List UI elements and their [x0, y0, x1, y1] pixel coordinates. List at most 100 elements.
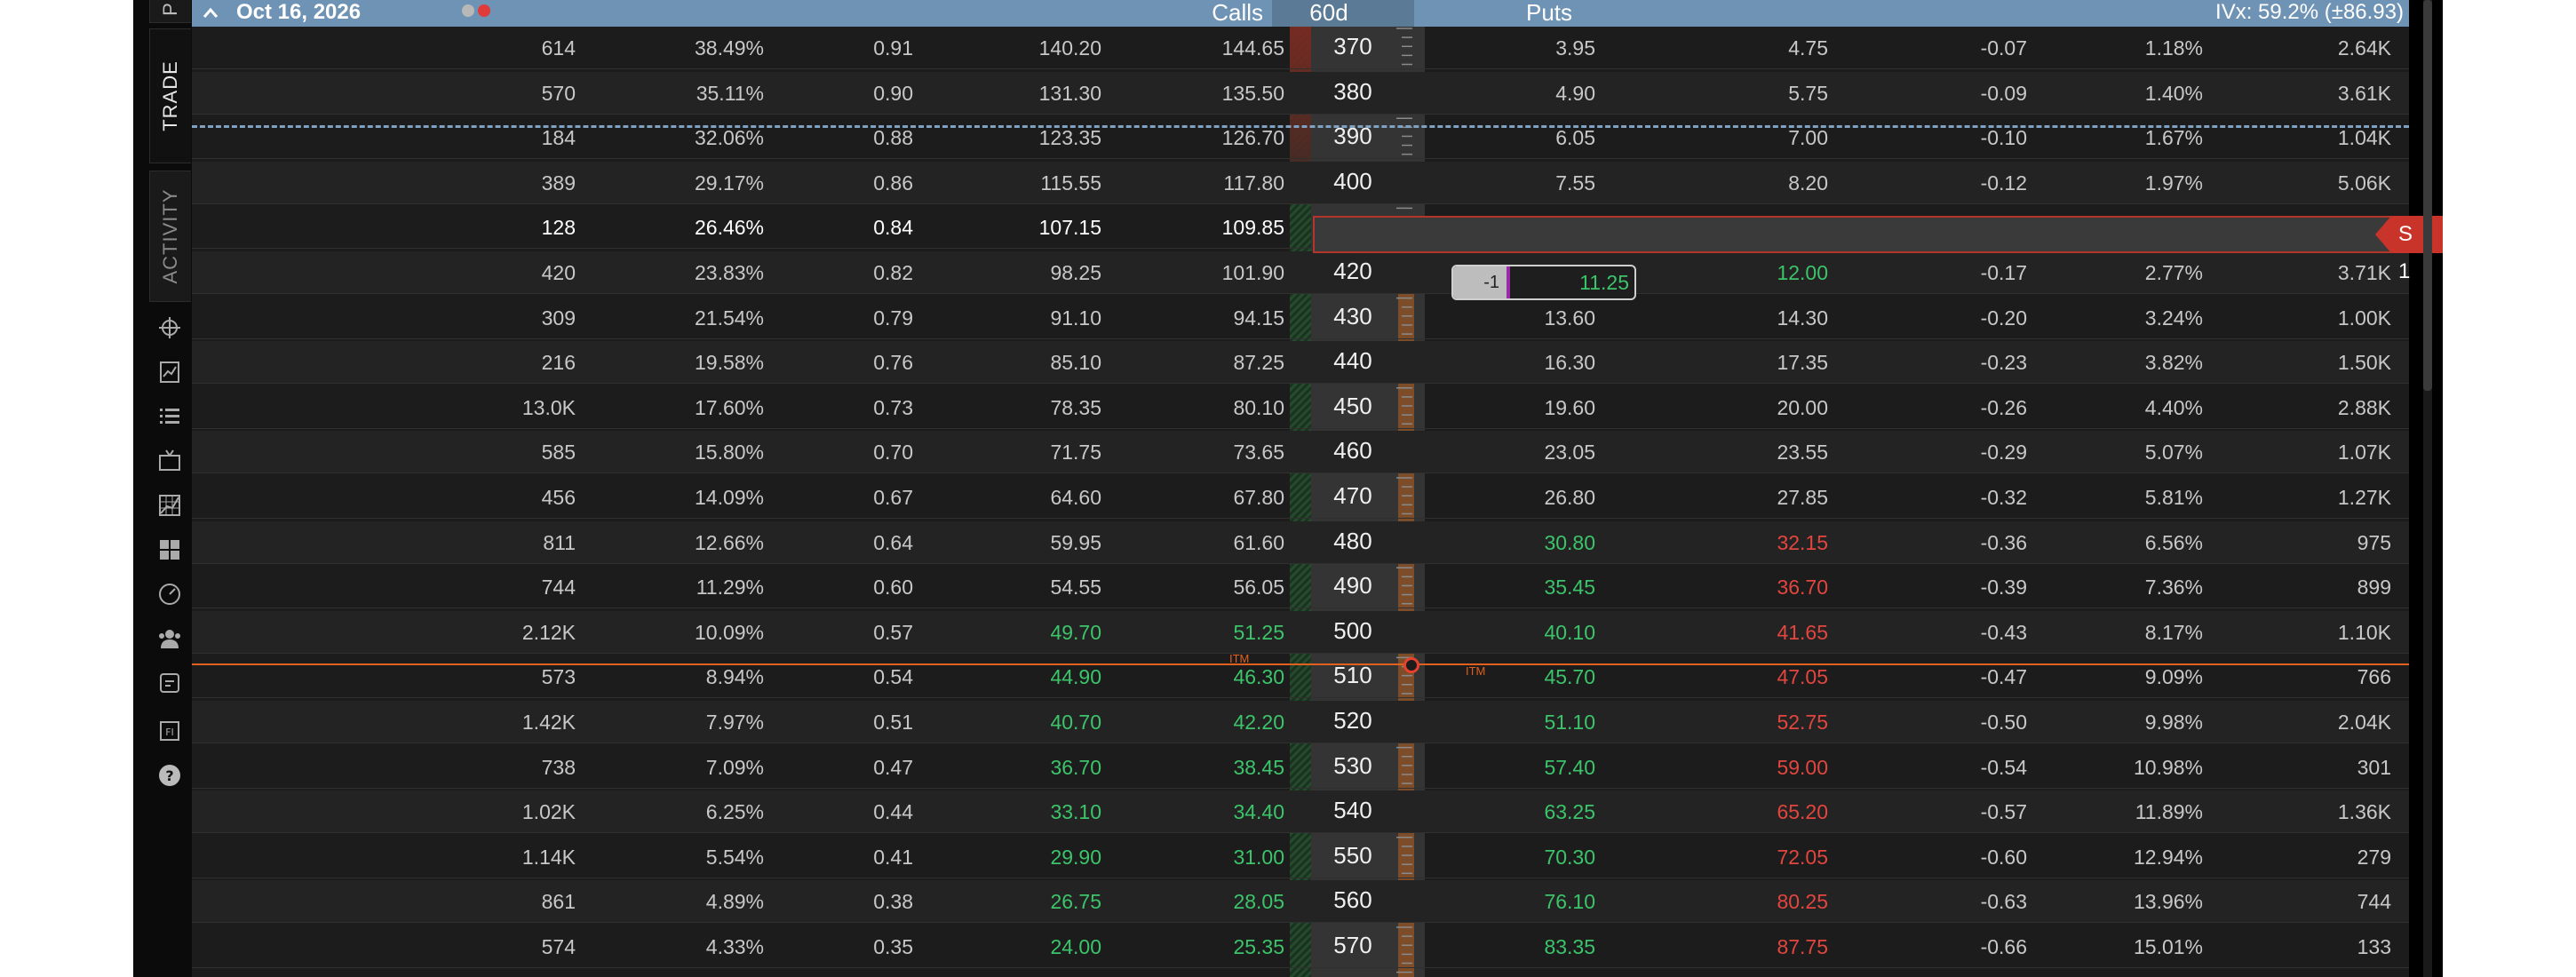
table-row[interactable]: 570 35.11% 0.90 131.30 135.50 4.90 5.75 -0.09 1.…: [192, 71, 2409, 115]
call-bid[interactable]: 85.10: [1050, 341, 1101, 384]
put-bid[interactable]: 23.05: [1544, 431, 1595, 473]
list-icon[interactable]: [155, 401, 185, 432]
history-icon[interactable]: [155, 668, 185, 698]
tab-p[interactable]: P: [149, 0, 191, 23]
call-bid[interactable]: 33.10: [1050, 790, 1101, 833]
scroll-thumb[interactable]: [2423, 0, 2432, 391]
put-ask[interactable]: 36.70: [1777, 566, 1828, 608]
community-icon[interactable]: [155, 624, 185, 654]
put-ask[interactable]: 52.75: [1777, 701, 1828, 743]
call-ask[interactable]: 31.00: [1233, 836, 1284, 878]
put-bid[interactable]: 35.45: [1544, 566, 1595, 608]
call-bid[interactable]: 91.10: [1050, 297, 1101, 339]
put-ask[interactable]: 12.00: [1777, 251, 1828, 294]
call-bid[interactable]: 71.75: [1050, 431, 1101, 473]
call-bid[interactable]: 107.15: [1039, 206, 1101, 249]
help-icon[interactable]: ?: [155, 760, 185, 790]
put-ask[interactable]: 17.35: [1777, 341, 1828, 384]
put-bid[interactable]: 83.35: [1544, 925, 1595, 968]
fi-icon[interactable]: FI: [155, 716, 185, 746]
call-ask[interactable]: 42.20: [1233, 701, 1284, 743]
call-bid[interactable]: 115.55: [1040, 162, 1101, 204]
put-ask[interactable]: 8.20: [1788, 162, 1828, 204]
call-bid[interactable]: 49.70: [1050, 611, 1101, 654]
table-row[interactable]: 738 7.09% 0.47 36.70 38.45 57.40 59.00 -0.54 10.…: [192, 746, 2409, 789]
call-bid[interactable]: 140.20: [1039, 27, 1101, 69]
put-bid[interactable]: 51.10: [1544, 701, 1595, 743]
gauge-icon[interactable]: [155, 579, 185, 609]
put-ask[interactable]: 41.65: [1777, 611, 1828, 654]
table-row[interactable]: 614 38.49% 0.91 140.20 144.65 3.95 4.75 -0.07 1.…: [192, 27, 2409, 69]
table-row[interactable]: 1.14K 5.54% 0.41 29.90 31.00 70.30 72.05 -0.60 1…: [192, 836, 2409, 878]
put-ask[interactable]: 72.05: [1777, 836, 1828, 878]
put-ask[interactable]: 87.75: [1777, 925, 1828, 968]
put-bid[interactable]: 63.25: [1544, 790, 1595, 833]
call-ask[interactable]: 67.80: [1233, 476, 1284, 519]
crosshair-icon[interactable]: [155, 313, 185, 343]
call-bid[interactable]: 123.35: [1039, 116, 1101, 159]
call-bid[interactable]: 26.75: [1050, 880, 1101, 923]
put-ask[interactable]: 59.00: [1777, 746, 1828, 789]
call-ask[interactable]: 61.60: [1233, 521, 1284, 564]
call-bid[interactable]: 24.00: [1050, 925, 1101, 968]
call-ask[interactable]: 38.45: [1233, 746, 1284, 789]
table-row[interactable]: 811 12.66% 0.64 59.95 61.60 30.80 32.15 -0.36 6.…: [192, 520, 2409, 564]
call-ask[interactable]: 28.05: [1233, 880, 1284, 923]
put-bid[interactable]: 4.90: [1555, 72, 1595, 115]
call-bid[interactable]: 59.95: [1050, 521, 1101, 564]
put-ask[interactable]: 27.85: [1777, 476, 1828, 519]
table-row[interactable]: 13.0K 17.60% 0.73 78.35 80.10 19.60 20.00 -0.26…: [192, 386, 2409, 429]
chevron-up-icon[interactable]: [199, 2, 222, 25]
expiry-header[interactable]: Oct 16, 2026 Calls 60d Puts IVx: 59.2% (…: [192, 0, 2409, 27]
put-bid[interactable]: 40.10: [1544, 611, 1595, 654]
put-ask[interactable]: 23.55: [1777, 431, 1828, 473]
put-bid[interactable]: 26.80: [1544, 476, 1595, 519]
call-ask[interactable]: 117.80: [1223, 162, 1284, 204]
call-bid[interactable]: 54.55: [1050, 566, 1101, 608]
table-row[interactable]: 574 4.33% 0.35 24.00 25.35 83.35 87.75 -0.66 15.…: [192, 925, 2409, 968]
call-ask[interactable]: 51.25: [1233, 611, 1284, 654]
put-ask[interactable]: 14.30: [1777, 297, 1828, 339]
tiles-icon[interactable]: [155, 535, 185, 565]
table-row[interactable]: 573 8.94% 0.54 44.90 46.30 45.70 47.05 -0.47 9.0…: [192, 655, 2409, 699]
call-ask[interactable]: 34.40: [1233, 790, 1284, 833]
put-ask[interactable]: 65.20: [1777, 790, 1828, 833]
call-ask[interactable]: 135.50: [1222, 72, 1284, 115]
put-ask[interactable]: 5.75: [1788, 72, 1828, 115]
call-bid[interactable]: 78.35: [1050, 386, 1101, 429]
call-ask[interactable]: 25.35: [1233, 925, 1284, 968]
put-bid[interactable]: 3.95: [1555, 27, 1595, 69]
call-ask[interactable]: 94.15: [1233, 297, 1284, 339]
put-bid[interactable]: 70.30: [1544, 836, 1595, 878]
table-row[interactable]: 1.02K 6.25% 0.44 33.10 34.40 63.25 65.20 -0.57 1…: [192, 790, 2409, 834]
table-row[interactable]: 309 21.54% 0.79 91.10 94.15 13.60 14.30 -0.20 3.…: [192, 297, 2409, 339]
tab-activity[interactable]: ACTIVITY: [149, 171, 191, 302]
call-ask[interactable]: 109.85: [1222, 206, 1284, 249]
put-ask[interactable]: 32.15: [1777, 521, 1828, 564]
put-bid[interactable]: 57.40: [1544, 746, 1595, 789]
order-quantity[interactable]: -1: [1453, 266, 1510, 298]
call-ask[interactable]: 101.90: [1222, 251, 1284, 294]
put-bid[interactable]: 76.10: [1544, 880, 1595, 923]
grid-chart-icon[interactable]: [155, 490, 185, 520]
call-bid[interactable]: 36.70: [1050, 746, 1101, 789]
call-ask[interactable]: 144.65: [1222, 27, 1284, 69]
table-row[interactable]: 585 15.80% 0.70 71.75 73.65 23.05 23.55 -0.29 5.…: [192, 431, 2409, 474]
table-row[interactable]: 389 29.17% 0.86 115.55 117.80 7.55 8.20 -0.12 1.…: [192, 161, 2409, 204]
put-bid[interactable]: 19.60: [1544, 386, 1595, 429]
call-ask[interactable]: 80.10: [1233, 386, 1284, 429]
table-row[interactable]: 42023.83%0.8298.25101.9011.2512.00-0.172…: [192, 251, 2409, 294]
order-price[interactable]: 11.25: [1515, 266, 1629, 298]
put-ask[interactable]: 47.05: [1777, 655, 1828, 698]
put-bid[interactable]: 45.70: [1544, 655, 1595, 698]
call-ask[interactable]: 56.05: [1233, 566, 1284, 608]
chart-icon[interactable]: [155, 357, 185, 387]
call-bid[interactable]: 98.25: [1050, 251, 1101, 294]
table-row[interactable]: 456 14.09% 0.67 64.60 67.80 26.80 27.85 -0.32 5.…: [192, 476, 2409, 519]
put-ask[interactable]: 7.00: [1788, 116, 1828, 159]
put-bid[interactable]: 30.80: [1544, 521, 1595, 564]
put-bid[interactable]: 16.30: [1544, 341, 1595, 384]
put-ask[interactable]: 80.25: [1777, 880, 1828, 923]
table-row[interactable]: 2.12K 10.09% 0.57 49.70 51.25 40.10 41.65 -0.43…: [192, 610, 2409, 654]
call-bid[interactable]: 29.90: [1050, 836, 1101, 878]
